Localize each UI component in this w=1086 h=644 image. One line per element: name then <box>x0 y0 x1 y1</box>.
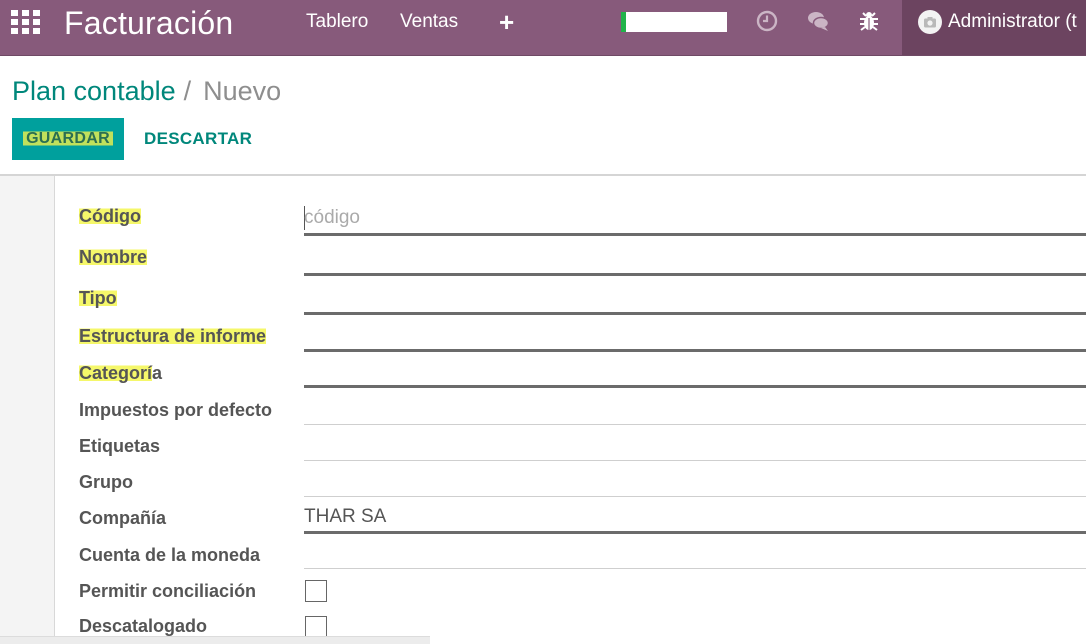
type-label-text: Tipo <box>79 288 117 308</box>
default-taxes-label: Impuestos por defecto <box>79 400 273 420</box>
user-name: Administrator (t <box>948 11 1077 32</box>
default-taxes-field[interactable] <box>304 392 1086 425</box>
code-label: Código <box>79 205 141 227</box>
progress-fill <box>621 12 627 32</box>
breadcrumb: Plan contable / Nuevo <box>12 74 281 108</box>
menu-item-ventas[interactable]: Ventas <box>400 11 458 33</box>
type-label: Tipo <box>79 287 117 309</box>
company-label: Compañía <box>79 508 167 528</box>
tags-input[interactable] <box>304 428 1086 460</box>
category-field[interactable] <box>304 354 1086 388</box>
code-label-text: Código <box>79 206 141 226</box>
type-field[interactable] <box>304 281 1086 315</box>
control-panel-divider <box>0 174 1086 176</box>
currency-label: Cuenta de la moneda <box>79 545 261 565</box>
save-button-label: GUARDAR <box>23 130 113 147</box>
deprecated-checkbox[interactable] <box>305 616 327 638</box>
type-input[interactable] <box>304 281 1086 312</box>
chat-icon[interactable] <box>806 9 830 33</box>
name-label: Nombre <box>79 246 148 268</box>
app-title: Facturación <box>64 5 234 41</box>
category-label-rest: a <box>152 363 163 383</box>
tags-field[interactable] <box>304 428 1086 461</box>
category-label: Categoría <box>79 362 162 384</box>
form-sheet-border <box>54 176 55 643</box>
currency-field[interactable] <box>304 536 1086 569</box>
group-label: Grupo <box>79 472 133 492</box>
group-field[interactable] <box>304 464 1086 497</box>
top-navbar: Facturación Tablero Ventas + Administrat… <box>0 0 1086 56</box>
menu-item-tablero[interactable]: Tablero <box>306 11 368 33</box>
deprecated-label: Descatalogado <box>79 616 208 636</box>
user-menu[interactable]: Administrator (t <box>902 0 1086 55</box>
code-field[interactable] <box>304 202 1086 236</box>
user-avatar <box>918 10 942 34</box>
category-input[interactable] <box>304 354 1086 385</box>
breadcrumb-separator: / <box>183 76 192 106</box>
report-structure-label: Estructura de informe <box>79 325 267 347</box>
report-structure-field[interactable] <box>304 318 1086 352</box>
name-label-text: Nombre <box>79 247 148 267</box>
default-taxes-input[interactable] <box>304 392 1086 424</box>
currency-input[interactable] <box>304 536 1086 568</box>
save-button[interactable]: GUARDAR <box>12 118 124 160</box>
progress-bar[interactable] <box>621 12 727 32</box>
breadcrumb-current: Nuevo <box>203 76 282 106</box>
company-input[interactable] <box>304 502 1086 532</box>
plus-icon[interactable]: + <box>499 9 514 35</box>
reconcile-label: Permitir conciliación <box>79 581 257 601</box>
code-input[interactable] <box>304 202 1086 233</box>
camera-icon <box>924 17 936 28</box>
report-structure-input[interactable] <box>304 318 1086 349</box>
category-label-highlighted: Categorí <box>79 363 153 383</box>
apps-grid-icon[interactable] <box>11 10 41 34</box>
discard-button[interactable]: DESCARTAR <box>144 128 252 150</box>
clock-icon[interactable] <box>755 9 779 33</box>
name-input[interactable] <box>304 242 1086 273</box>
group-input[interactable] <box>304 464 1086 496</box>
tags-label: Etiquetas <box>79 436 161 456</box>
name-field[interactable] <box>304 242 1086 276</box>
breadcrumb-parent[interactable]: Plan contable <box>12 76 176 106</box>
form-side-background <box>0 176 55 643</box>
bug-icon[interactable] <box>857 9 881 33</box>
company-field[interactable] <box>304 500 1086 534</box>
report-structure-label-text: Estructura de informe <box>79 326 267 346</box>
reconcile-checkbox[interactable] <box>305 580 327 602</box>
